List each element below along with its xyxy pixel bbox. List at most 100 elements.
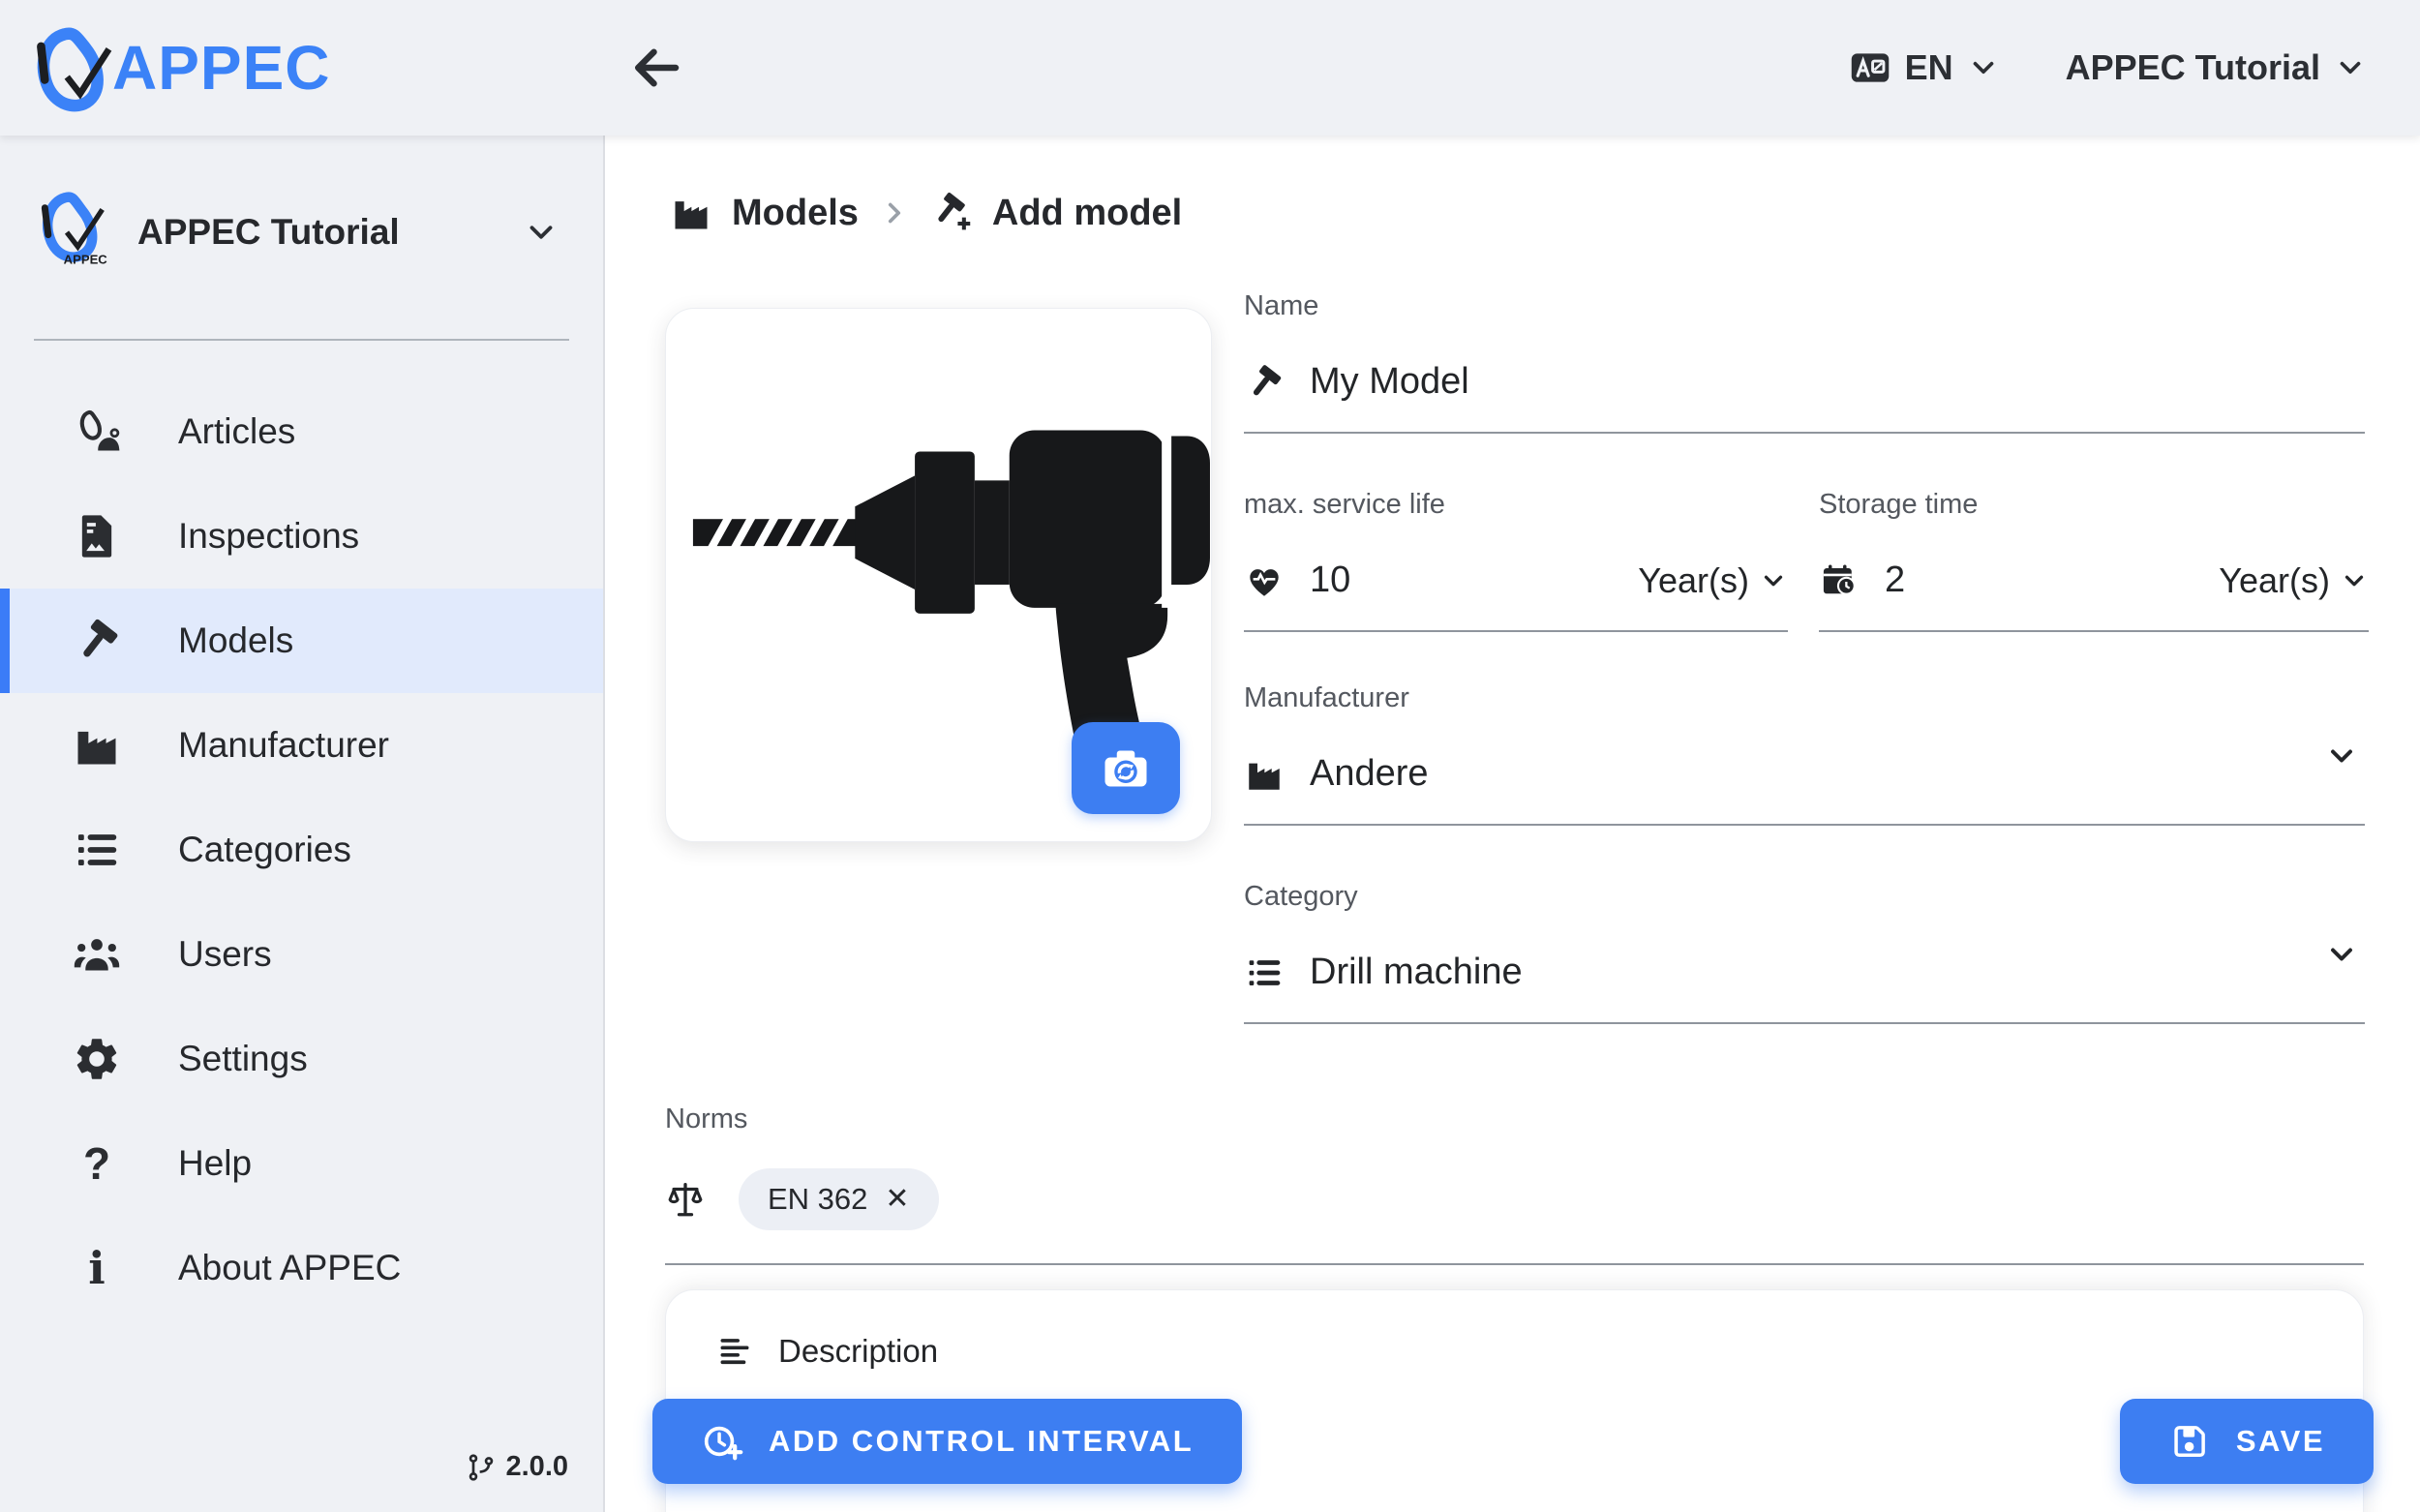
add-control-interval-label: ADD CONTROL INTERVAL — [769, 1424, 1194, 1459]
hammer-icon — [1244, 362, 1285, 403]
description-label: Description — [778, 1333, 938, 1370]
name-label: Name — [1244, 290, 2365, 322]
storage-time-field: Storage time 2 Year(s) — [1819, 489, 2369, 632]
git-branch-icon — [466, 1452, 497, 1483]
factory-icon — [70, 718, 124, 772]
name-input[interactable]: My Model — [1244, 361, 2365, 434]
sidebar-item-models[interactable]: Models — [0, 589, 603, 693]
breadcrumb-models-link[interactable]: Models — [732, 193, 859, 234]
sidebar-item-label: Settings — [178, 1039, 308, 1079]
sidebar-item-inspections[interactable]: Inspections — [0, 484, 603, 589]
sidebar-divider — [34, 339, 569, 341]
norm-chip: EN 362 ✕ — [739, 1168, 939, 1230]
name-field: Name My Model — [1244, 290, 2365, 434]
category-select[interactable]: Drill machine — [1244, 952, 2365, 1024]
storage-time-unit-select[interactable]: Year(s) — [2219, 560, 2369, 601]
service-life-value: 10 — [1310, 559, 1613, 601]
norms-input[interactable]: EN 362 ✕ — [665, 1168, 2364, 1265]
remove-norm-icon[interactable]: ✕ — [885, 1185, 909, 1214]
heart-pulse-icon — [1244, 560, 1285, 601]
factory-icon — [670, 192, 712, 234]
manufacturer-label: Manufacturer — [1244, 682, 2365, 714]
category-field: Category Drill machine — [1244, 881, 2365, 1024]
service-life-label: max. service life — [1244, 489, 1788, 521]
change-image-button[interactable] — [1072, 722, 1180, 814]
hammer-plus-icon — [930, 192, 973, 234]
sidebar-item-label: Users — [178, 934, 272, 975]
app-window: APPEC EN APPEC Tutorial — [0, 0, 2420, 1512]
chevron-down-icon — [1967, 51, 2000, 84]
save-icon — [2168, 1420, 2211, 1463]
name-value: My Model — [1310, 361, 1469, 403]
storage-time-unit: Year(s) — [2219, 560, 2330, 601]
hammer-icon — [70, 614, 124, 668]
chevron-down-icon — [2334, 51, 2367, 84]
carabiner-logo-icon: APPEC — [31, 186, 116, 279]
main-content: Models Add model — [607, 136, 2420, 1512]
info-icon: i — [70, 1241, 124, 1295]
service-life-input[interactable]: 10 Year(s) — [1244, 559, 1788, 632]
chevron-down-icon — [2340, 566, 2369, 595]
sidebar-item-help[interactable]: ? Help — [0, 1111, 603, 1216]
list-icon — [70, 823, 124, 877]
sidebar-item-label: Models — [178, 620, 293, 661]
norms-label: Norms — [665, 1104, 2364, 1135]
clock-plus-icon — [701, 1420, 743, 1463]
norm-chip-label: EN 362 — [768, 1182, 867, 1217]
articles-icon — [70, 405, 124, 459]
sidebar-item-categories[interactable]: Categories — [0, 798, 603, 902]
header-controls: EN APPEC Tutorial — [1849, 46, 2420, 89]
manufacturer-field: Manufacturer Andere — [1244, 682, 2365, 826]
chevron-down-icon — [523, 214, 560, 251]
chevron-down-icon — [1759, 566, 1788, 595]
storage-time-label: Storage time — [1819, 489, 2369, 521]
account-menu[interactable]: APPEC Tutorial — [2066, 47, 2367, 88]
camera-sync-icon — [1097, 740, 1155, 798]
workspace-switcher[interactable]: APPEC APPEC Tutorial — [0, 136, 603, 279]
add-control-interval-button[interactable]: ADD CONTROL INTERVAL — [652, 1399, 1242, 1484]
app-logo: APPEC — [0, 21, 331, 114]
storage-time-value: 2 — [1885, 559, 2193, 601]
inspections-icon — [70, 509, 124, 563]
category-label: Category — [1244, 881, 2365, 913]
service-life-unit: Year(s) — [1638, 560, 1749, 601]
sidebar-item-label: Inspections — [178, 516, 359, 557]
version-label: 2.0.0 — [506, 1451, 569, 1483]
save-button[interactable]: SAVE — [2120, 1399, 2374, 1484]
account-label: APPEC Tutorial — [2066, 47, 2320, 88]
model-image-card — [665, 308, 1212, 842]
factory-icon — [1244, 754, 1285, 795]
sidebar-item-settings[interactable]: Settings — [0, 1007, 603, 1111]
sidebar-item-manufacturer[interactable]: Manufacturer — [0, 693, 603, 798]
sidebar-item-articles[interactable]: Articles — [0, 379, 603, 484]
list-icon — [1244, 953, 1285, 993]
sidebar-item-label: Manufacturer — [178, 725, 389, 766]
back-arrow-icon[interactable] — [627, 39, 685, 97]
carabiner-logo-icon — [27, 21, 120, 114]
sidebar-item-about[interactable]: i About APPEC — [0, 1216, 603, 1320]
align-left-icon — [716, 1333, 753, 1370]
chevron-down-icon[interactable] — [2324, 937, 2359, 972]
language-label: EN — [1905, 47, 1953, 88]
breadcrumb: Models Add model — [670, 192, 1182, 234]
chevron-right-icon — [878, 197, 911, 229]
top-header: APPEC EN APPEC Tutorial — [0, 0, 2420, 136]
question-mark-icon: ? — [70, 1136, 124, 1191]
scale-icon — [665, 1179, 706, 1220]
sidebar: APPEC APPEC Tutorial Articles — [0, 136, 605, 1512]
language-selector[interactable]: EN — [1849, 46, 2000, 89]
sidebar-item-label: Help — [178, 1143, 252, 1184]
service-life-unit-select[interactable]: Year(s) — [1638, 560, 1788, 601]
breadcrumb-current: Add model — [992, 193, 1182, 234]
service-life-field: max. service life 10 Year(s) — [1244, 489, 1788, 632]
description-header[interactable]: Description — [666, 1290, 2363, 1370]
workspace-title: APPEC Tutorial — [137, 212, 400, 253]
svg-text:APPEC: APPEC — [64, 252, 108, 266]
users-icon — [70, 927, 124, 982]
language-icon — [1849, 46, 1891, 89]
manufacturer-select[interactable]: Andere — [1244, 753, 2365, 826]
chevron-down-icon[interactable] — [2324, 739, 2359, 773]
sidebar-item-label: Categories — [178, 830, 351, 870]
storage-time-input[interactable]: 2 Year(s) — [1819, 559, 2369, 632]
sidebar-item-users[interactable]: Users — [0, 902, 603, 1007]
